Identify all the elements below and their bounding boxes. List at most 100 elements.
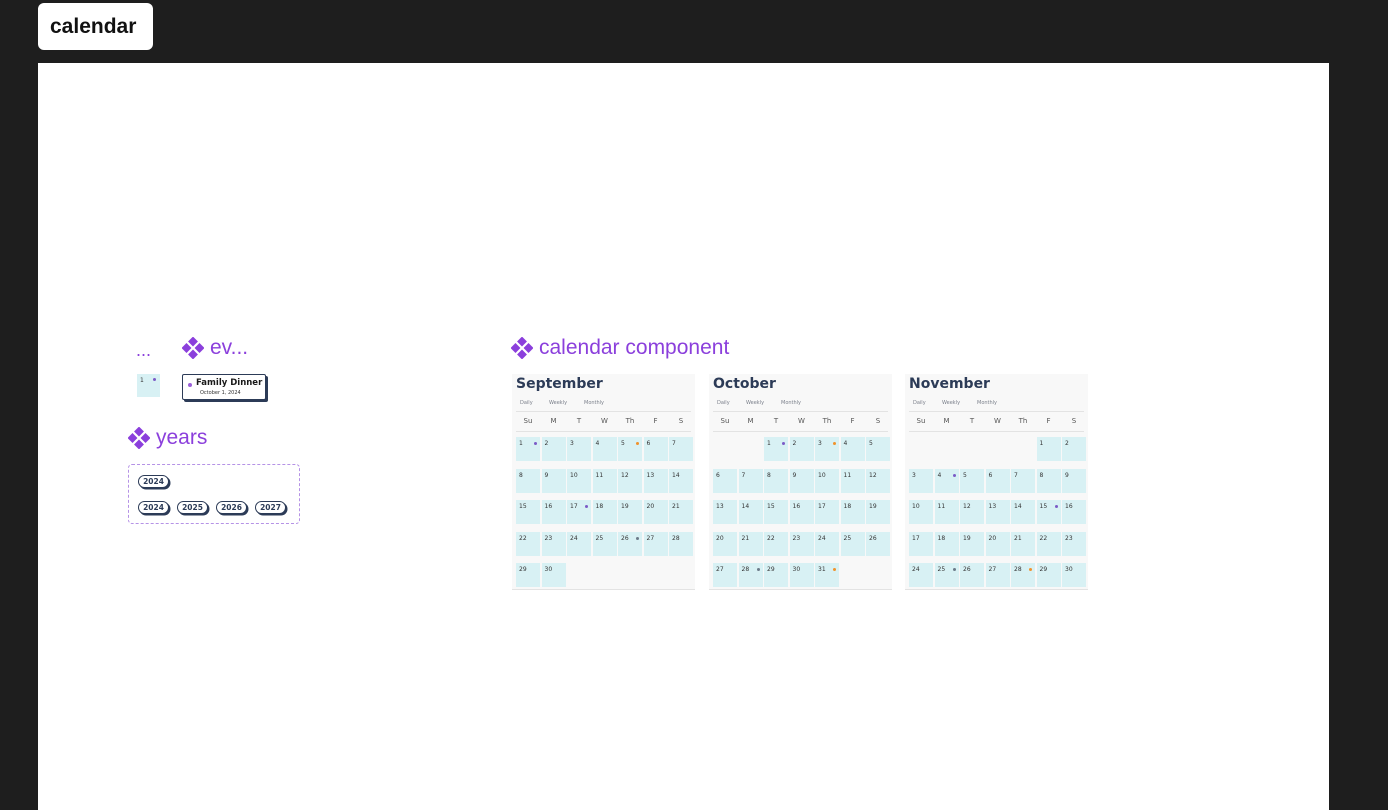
- day-cell[interactable]: 2: [541, 437, 566, 461]
- day-cell[interactable]: 14: [738, 500, 763, 524]
- day-cell[interactable]: 6: [713, 468, 737, 493]
- day-cell[interactable]: 29: [1036, 563, 1061, 587]
- view-tab-monthly[interactable]: Monthly: [584, 400, 604, 406]
- day-cell[interactable]: 7: [669, 437, 693, 461]
- day-cell[interactable]: 9: [541, 468, 566, 493]
- day-cell[interactable]: 14: [669, 468, 693, 493]
- day-cell[interactable]: 8: [764, 468, 788, 493]
- day-cell[interactable]: 10: [909, 500, 933, 524]
- day-cell[interactable]: 22: [764, 531, 788, 556]
- day-cell[interactable]: 28: [669, 531, 693, 556]
- day-cell[interactable]: 2: [1062, 437, 1086, 461]
- day-cell[interactable]: 17: [909, 531, 933, 556]
- view-tab-daily[interactable]: Daily: [717, 400, 730, 406]
- day-cell[interactable]: 19: [960, 531, 984, 556]
- day-cell[interactable]: 6: [985, 468, 1010, 493]
- day-cell[interactable]: 25: [840, 531, 865, 556]
- day-cell[interactable]: 18: [592, 500, 617, 524]
- day-cell[interactable]: 16: [789, 500, 814, 524]
- day-cell[interactable]: 18: [840, 500, 865, 524]
- day-cell[interactable]: 30: [1062, 563, 1086, 587]
- day-cell[interactable]: 25: [934, 563, 959, 587]
- day-cell[interactable]: 11: [592, 468, 617, 493]
- day-cell[interactable]: 15: [1036, 500, 1061, 524]
- day-cell[interactable]: 12: [960, 500, 984, 524]
- day-cell[interactable]: 20: [985, 531, 1010, 556]
- day-cell[interactable]: 28: [1011, 563, 1035, 587]
- day-cell[interactable]: 21: [738, 531, 763, 556]
- mini-day-cell[interactable]: 1: [137, 374, 160, 397]
- day-cell[interactable]: 15: [516, 500, 540, 524]
- events-component-heading[interactable]: ev...: [182, 336, 248, 360]
- day-cell[interactable]: 20: [713, 531, 737, 556]
- day-cell[interactable]: 17: [815, 500, 839, 524]
- day-cell[interactable]: 1: [1036, 437, 1061, 461]
- day-cell[interactable]: 10: [815, 468, 839, 493]
- event-card[interactable]: Family Dinner October 1, 2024: [182, 374, 266, 400]
- day-cell[interactable]: 1: [516, 437, 540, 461]
- day-cell[interactable]: 21: [1011, 531, 1035, 556]
- year-pill-selected[interactable]: 2024: [138, 475, 169, 488]
- day-cell[interactable]: 24: [567, 531, 591, 556]
- day-cell[interactable]: 22: [516, 531, 540, 556]
- day-cell[interactable]: 4: [592, 437, 617, 461]
- day-cell[interactable]: 1: [764, 437, 788, 461]
- day-cell[interactable]: 13: [713, 500, 737, 524]
- day-cell[interactable]: 26: [618, 531, 642, 556]
- view-tab-weekly[interactable]: Weekly: [549, 400, 567, 406]
- day-cell[interactable]: 16: [541, 500, 566, 524]
- day-cell[interactable]: 9: [789, 468, 814, 493]
- truncated-component-label[interactable]: ...: [136, 338, 151, 362]
- day-cell[interactable]: 29: [764, 563, 788, 587]
- day-cell[interactable]: 16: [1062, 500, 1086, 524]
- view-tab-monthly[interactable]: Monthly: [977, 400, 997, 406]
- calendar-component-heading[interactable]: calendar component: [511, 336, 729, 360]
- day-cell[interactable]: 26: [866, 531, 890, 556]
- day-cell[interactable]: 20: [643, 500, 668, 524]
- day-cell[interactable]: 27: [713, 563, 737, 587]
- day-cell[interactable]: 18: [934, 531, 959, 556]
- year-pill[interactable]: 2024: [138, 501, 169, 514]
- day-cell[interactable]: 14: [1011, 500, 1035, 524]
- view-tab-daily[interactable]: Daily: [913, 400, 926, 406]
- view-tab-daily[interactable]: Daily: [520, 400, 533, 406]
- day-cell[interactable]: 25: [592, 531, 617, 556]
- day-cell[interactable]: 26: [960, 563, 984, 587]
- day-cell[interactable]: 24: [815, 531, 839, 556]
- day-cell[interactable]: 7: [738, 468, 763, 493]
- view-tab-weekly[interactable]: Weekly: [746, 400, 764, 406]
- view-tab-weekly[interactable]: Weekly: [942, 400, 960, 406]
- day-cell[interactable]: 23: [789, 531, 814, 556]
- day-cell[interactable]: 3: [909, 468, 933, 493]
- day-cell[interactable]: 12: [618, 468, 642, 493]
- day-cell[interactable]: 7: [1011, 468, 1035, 493]
- day-cell[interactable]: 6: [643, 437, 668, 461]
- day-cell[interactable]: 11: [840, 468, 865, 493]
- day-cell[interactable]: 8: [1036, 468, 1061, 493]
- day-cell[interactable]: 27: [985, 563, 1010, 587]
- page-tab[interactable]: calendar: [38, 3, 153, 50]
- day-cell[interactable]: 5: [960, 468, 984, 493]
- day-cell[interactable]: 21: [669, 500, 693, 524]
- day-cell[interactable]: 23: [541, 531, 566, 556]
- day-cell[interactable]: 8: [516, 468, 540, 493]
- day-cell[interactable]: 29: [516, 563, 540, 587]
- day-cell[interactable]: 30: [789, 563, 814, 587]
- day-cell[interactable]: 23: [1062, 531, 1086, 556]
- day-cell[interactable]: 12: [866, 468, 890, 493]
- day-cell[interactable]: 13: [985, 500, 1010, 524]
- year-pill[interactable]: 2026: [216, 501, 247, 514]
- day-cell[interactable]: 4: [840, 437, 865, 461]
- year-pill[interactable]: 2027: [255, 501, 286, 514]
- day-cell[interactable]: 3: [567, 437, 591, 461]
- day-cell[interactable]: 22: [1036, 531, 1061, 556]
- day-cell[interactable]: 15: [764, 500, 788, 524]
- day-cell[interactable]: 19: [618, 500, 642, 524]
- day-cell[interactable]: 5: [866, 437, 890, 461]
- day-cell[interactable]: 3: [815, 437, 839, 461]
- day-cell[interactable]: 9: [1062, 468, 1086, 493]
- day-cell[interactable]: 30: [541, 563, 566, 587]
- day-cell[interactable]: 13: [643, 468, 668, 493]
- day-cell[interactable]: 10: [567, 468, 591, 493]
- day-cell[interactable]: 24: [909, 563, 933, 587]
